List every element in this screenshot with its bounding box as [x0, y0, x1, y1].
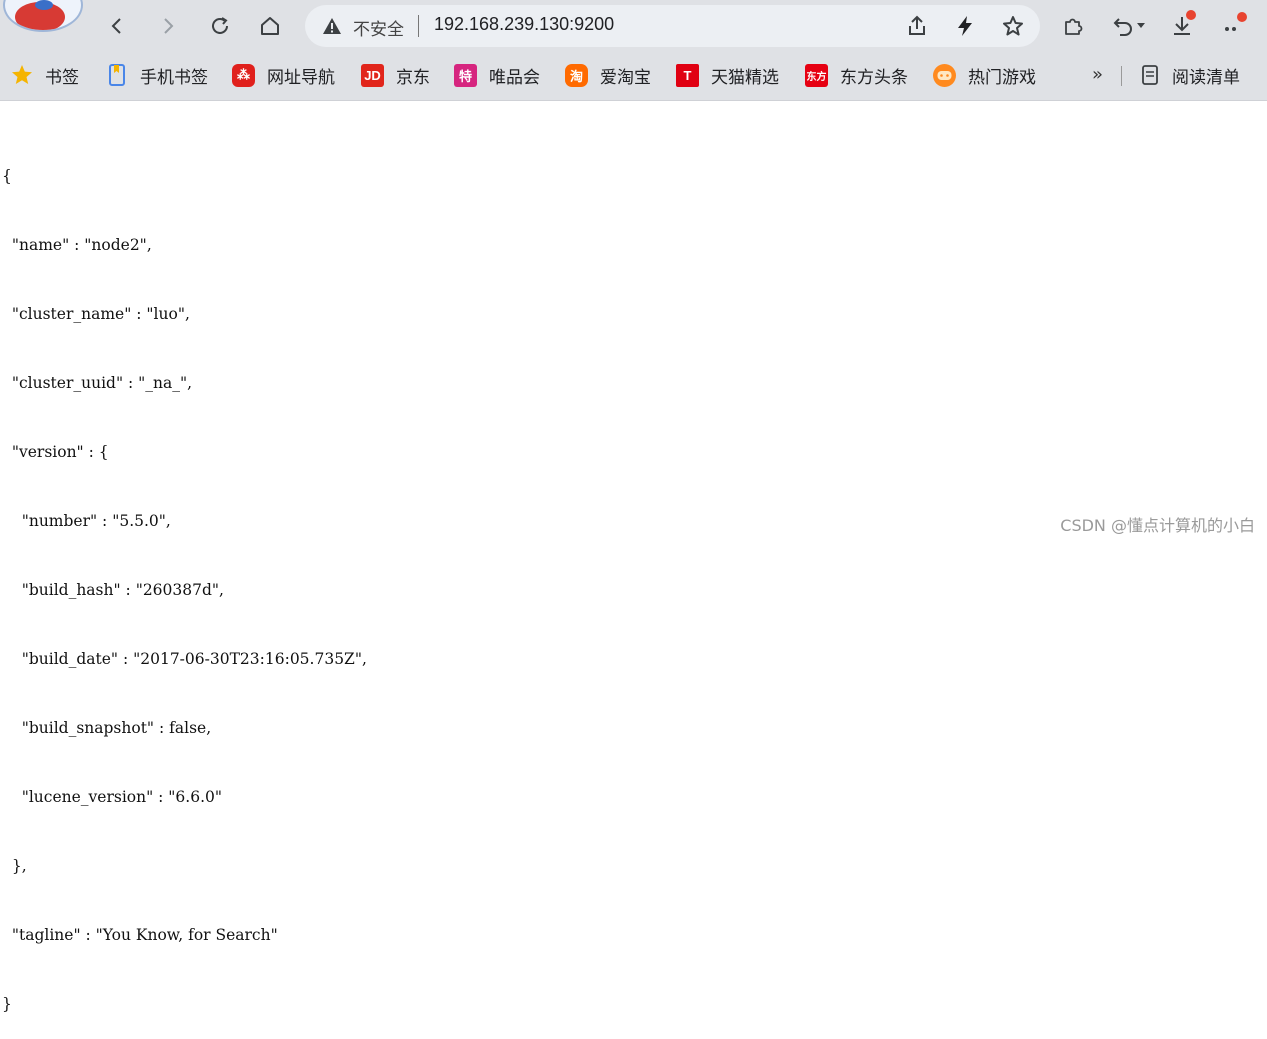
- tmall-icon: T: [676, 63, 699, 87]
- address-separator: [418, 15, 419, 37]
- json-line: "lucene_version" : "6.6.0": [2, 788, 223, 806]
- bookmark-eastday[interactable]: 东方 东方头条: [805, 62, 908, 88]
- vip-icon: 特: [454, 63, 477, 87]
- reading-list-button[interactable]: 阅读清单: [1138, 62, 1240, 88]
- bookmark-label: 唯品会: [489, 67, 540, 88]
- json-line: "build_hash" : "260387d",: [2, 581, 224, 599]
- menu-button[interactable]: [1218, 10, 1250, 42]
- bookmark-label: 京东: [396, 67, 430, 88]
- reload-icon: [212, 17, 228, 34]
- json-line: "number" : "5.5.0",: [2, 512, 171, 530]
- avatar-shape-accent: [35, 0, 53, 10]
- star-icon: [10, 64, 33, 87]
- bookmark-taobao[interactable]: 淘 爱淘宝: [565, 62, 651, 88]
- jd-icon: JD: [361, 63, 384, 87]
- forward-button[interactable]: [152, 10, 184, 42]
- back-arrow-icon: [111, 18, 121, 34]
- bookmark-mobile[interactable]: 手机书签: [105, 62, 208, 88]
- url-text[interactable]: 192.168.239.130:9200: [434, 14, 614, 35]
- bookmarks-bar: 书签 手机书签 ⁂ 网址导航 JD 京东 特 唯品会 淘 爱淘宝 T 天猫精选 …: [0, 52, 1267, 101]
- json-line: "name" : "node2",: [2, 236, 152, 254]
- nav-site-icon: ⁂: [232, 63, 255, 87]
- json-line: {: [2, 167, 12, 185]
- star-bookmark-icon[interactable]: [1001, 14, 1025, 38]
- bookmark-vip[interactable]: 特 唯品会: [454, 62, 540, 88]
- bookmark-label: 手机书签: [140, 67, 208, 88]
- security-label[interactable]: 不安全: [353, 15, 404, 40]
- browser-toolbar: 不安全 192.168.239.130:9200: [0, 0, 1267, 52]
- bookmark-jd[interactable]: JD 京东: [361, 62, 430, 88]
- bookmark-tmall[interactable]: T 天猫精选: [676, 62, 779, 88]
- game-icon: [933, 63, 956, 87]
- json-line: }: [2, 995, 12, 1013]
- undo-icon: [1113, 18, 1132, 36]
- home-button[interactable]: [254, 10, 286, 42]
- json-line: "version" : {: [2, 443, 109, 461]
- json-line: "tagline" : "You Know, for Search": [2, 926, 278, 944]
- warning-icon[interactable]: [322, 16, 342, 40]
- phone-bookmark-icon: [105, 64, 128, 87]
- home-icon: [261, 17, 279, 35]
- download-notification-dot: [1186, 10, 1196, 20]
- taobao-icon: 淘: [565, 63, 588, 87]
- json-line: "build_snapshot" : false,: [2, 719, 212, 737]
- more-bookmarks-button[interactable]: »: [1092, 64, 1103, 85]
- watermark: CSDN @懂点计算机的小白: [1060, 516, 1255, 535]
- bookmark-label: 网址导航: [267, 67, 335, 88]
- profile-avatar[interactable]: [3, 0, 83, 32]
- bookmark-games[interactable]: 热门游戏: [933, 62, 1036, 88]
- download-button[interactable]: [1166, 10, 1198, 42]
- bookmark-label: 书签: [45, 67, 79, 88]
- json-line: },: [2, 857, 27, 875]
- json-line: "cluster_uuid" : "_na_",: [2, 374, 193, 392]
- reading-list-icon: [1138, 64, 1161, 87]
- bookmark-label: 爱淘宝: [600, 67, 651, 88]
- bookmark-label: 热门游戏: [968, 67, 1036, 88]
- eastday-icon: 东方: [805, 63, 828, 87]
- share-icon[interactable]: [905, 14, 929, 38]
- extensions-button[interactable]: [1057, 10, 1089, 42]
- lightning-icon[interactable]: [953, 14, 977, 38]
- json-line: "build_date" : "2017-06-30T23:16:05.735Z…: [2, 650, 367, 668]
- json-response: { "name" : "node2", "cluster_name" : "lu…: [2, 119, 367, 1039]
- json-line: "cluster_name" : "luo",: [2, 305, 190, 323]
- bookmark-nav-site[interactable]: ⁂ 网址导航: [232, 62, 335, 88]
- bookmark-label: 天猫精选: [711, 67, 779, 88]
- menu-notification-dot: [1237, 12, 1247, 22]
- address-bar[interactable]: 不安全 192.168.239.130:9200: [305, 5, 1040, 47]
- forward-arrow-icon: [164, 18, 174, 34]
- history-button[interactable]: [1108, 10, 1150, 42]
- bookmark-folder-bookmarks[interactable]: 书签: [10, 62, 79, 88]
- back-button[interactable]: [101, 10, 133, 42]
- reload-button[interactable]: [204, 10, 236, 42]
- puzzle-icon: [1065, 18, 1083, 35]
- dropdown-caret-icon: [1137, 23, 1145, 28]
- reading-list-label: 阅读清单: [1172, 67, 1240, 88]
- bookmark-label: 东方头条: [840, 67, 908, 88]
- bookmarks-separator: [1121, 66, 1122, 86]
